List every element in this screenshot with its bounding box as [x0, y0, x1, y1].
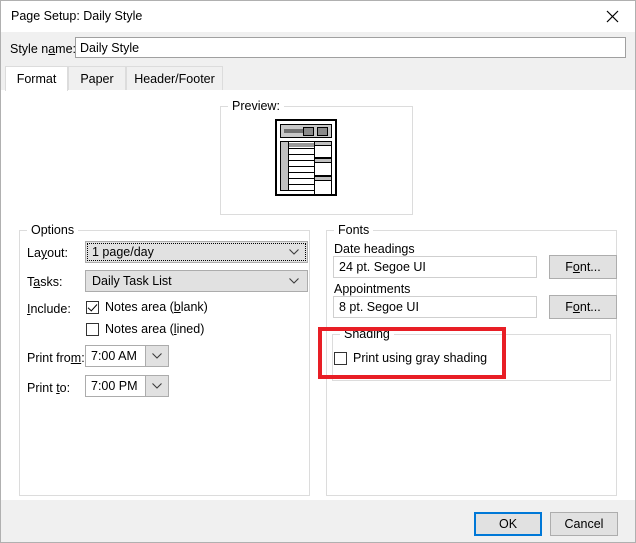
- date-headings-font-button-label: Font...: [565, 260, 600, 274]
- options-group-label: Options: [27, 224, 78, 236]
- ok-button-label: OK: [499, 517, 517, 531]
- preview-side-panel-2: [314, 158, 332, 176]
- style-name-label: Style name:: [10, 42, 76, 56]
- checkbox-box: [86, 323, 99, 336]
- tab-header-footer-label: Header/Footer: [134, 72, 215, 86]
- tab-paper-label: Paper: [80, 72, 113, 86]
- chevron-down-icon: [289, 278, 299, 284]
- date-headings-label: Date headings: [334, 242, 415, 256]
- close-icon[interactable]: [590, 1, 635, 31]
- shading-group-label: Shading: [340, 328, 394, 340]
- tab-strip: Format Paper Header/Footer: [1, 66, 635, 90]
- page-setup-dialog: Page Setup: Daily Style Style name: Form…: [0, 0, 636, 543]
- preview-schedule-column: [280, 141, 316, 191]
- preview-side-panel-3: [314, 176, 332, 195]
- chevron-down-icon: [152, 383, 162, 389]
- tab-header-footer[interactable]: Header/Footer: [126, 66, 223, 90]
- appointments-font-button[interactable]: Font...: [549, 295, 617, 319]
- date-headings-font-field[interactable]: 24 pt. Segoe UI: [333, 256, 537, 278]
- checkbox-box: [86, 301, 99, 314]
- preview-corner-box-2: [317, 127, 328, 136]
- preview-side-panel-1: [314, 141, 332, 158]
- preview-first-row: [289, 143, 314, 147]
- fonts-group-label: Fonts: [334, 224, 373, 236]
- print-to-label: Print to:: [27, 381, 70, 395]
- window-title: Page Setup: Daily Style: [11, 9, 142, 23]
- tasks-label: Tasks:: [27, 275, 62, 289]
- appointments-font-field[interactable]: 8 pt. Segoe UI: [333, 296, 537, 318]
- checkbox-notes-area-blank[interactable]: Notes area (blank): [86, 300, 208, 314]
- tab-paper[interactable]: Paper: [68, 66, 126, 90]
- checkbox-notes-area-lined[interactable]: Notes area (lined): [86, 322, 204, 336]
- checkbox-notes-area-lined-label: Notes area (lined): [105, 322, 204, 336]
- chevron-down-icon: [289, 249, 299, 255]
- preview-corner-box-1: [303, 127, 314, 136]
- checkbox-print-gray-shading-label: Print using gray shading: [353, 351, 487, 365]
- ok-button[interactable]: OK: [474, 512, 542, 536]
- appointments-label: Appointments: [334, 282, 410, 296]
- print-to-time-picker[interactable]: 7:00 PM: [85, 375, 169, 397]
- chevron-down-icon: [152, 353, 162, 359]
- tasks-dropdown[interactable]: Daily Task List: [85, 270, 308, 292]
- appointments-font-button-label: Font...: [565, 300, 600, 314]
- print-from-dropdown-button[interactable]: [146, 345, 169, 367]
- layout-dropdown[interactable]: 1 page/day: [85, 241, 308, 263]
- preview-group-label: Preview:: [228, 100, 284, 112]
- print-from-time-picker[interactable]: 7:00 AM: [85, 345, 169, 367]
- tab-format-label: Format: [17, 72, 57, 86]
- preview-time-gutter: [281, 142, 289, 190]
- style-name-row: Style name:: [1, 32, 635, 66]
- style-name-input[interactable]: [75, 37, 626, 58]
- checkbox-notes-area-blank-label: Notes area (blank): [105, 300, 208, 314]
- tasks-value: Daily Task List: [92, 274, 172, 288]
- tab-format[interactable]: Format: [5, 66, 68, 91]
- print-to-value[interactable]: 7:00 PM: [85, 375, 146, 397]
- checkbox-box: [334, 352, 347, 365]
- date-headings-font-button[interactable]: Font...: [549, 255, 617, 279]
- print-from-value[interactable]: 7:00 AM: [85, 345, 146, 367]
- cancel-button[interactable]: Cancel: [550, 512, 618, 536]
- checkbox-print-gray-shading[interactable]: Print using gray shading: [334, 351, 487, 365]
- preview-thumbnail: [275, 119, 337, 196]
- layout-value: 1 page/day: [92, 245, 154, 259]
- include-label: Include:: [27, 302, 71, 316]
- layout-label: Layout:: [27, 246, 68, 260]
- cancel-button-label: Cancel: [565, 517, 604, 531]
- print-to-dropdown-button[interactable]: [146, 375, 169, 397]
- print-from-label: Print from:: [27, 351, 85, 365]
- preview-header-band: [280, 124, 332, 138]
- title-bar: Page Setup: Daily Style: [1, 1, 635, 32]
